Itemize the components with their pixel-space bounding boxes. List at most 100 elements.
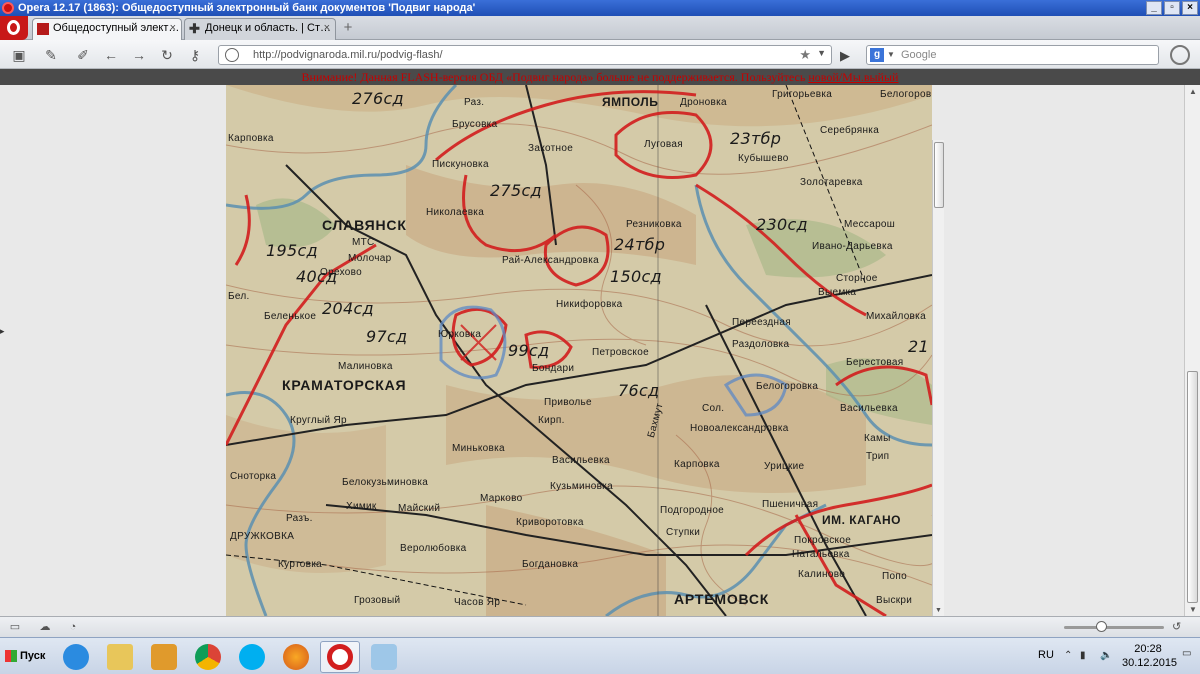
map-town-label: Белогоровка: [756, 381, 819, 392]
map-town-label: Григорьевка: [772, 89, 833, 100]
map-town-label: КРАМАТОРСКАЯ: [282, 377, 407, 393]
clock-date: 30.12.2015: [1122, 657, 1178, 669]
map-town-label: Берестовая: [846, 357, 904, 368]
camera-icon[interactable]: ▣: [10, 46, 28, 64]
map-town-label: Рай-Александровка: [502, 255, 599, 266]
map-town-label: Бондари: [532, 363, 575, 374]
window-titlebar: Opera 12.17 (1863): Общедоступный электр…: [0, 0, 1200, 16]
map-unit-label: 195сд: [266, 241, 318, 260]
map-town-label: Криворотовка: [516, 517, 584, 528]
search-field[interactable]: g ▼ Google: [866, 45, 1159, 65]
map-town-label: Подгородное: [660, 505, 725, 516]
scroll-down-icon[interactable]: ▼: [935, 607, 942, 614]
speed-dial-icon[interactable]: [1170, 45, 1190, 65]
network-icon[interactable]: ▮: [1080, 650, 1086, 661]
banner-text: Внимание! Данная FLASH-версия ОБД «Подви…: [301, 70, 806, 84]
tab-podvig[interactable]: Общедоступный элект… ×: [32, 18, 182, 40]
map-scrollbar[interactable]: ▼: [932, 140, 944, 616]
map-town-label: Трип: [866, 451, 890, 462]
map-town-label: Белогоровка: [880, 89, 932, 100]
new-tab-button[interactable]: +: [340, 20, 356, 36]
chevron-down-icon[interactable]: ▼: [887, 50, 895, 59]
map-unit-label: 97сд: [366, 327, 408, 346]
close-button[interactable]: ×: [1182, 1, 1198, 15]
map-town-label: Золотаревка: [800, 177, 863, 188]
left-arrow-icon[interactable]: ▸: [0, 326, 5, 337]
map-unit-label: 204сд: [322, 299, 374, 318]
map-unit-label: 276сд: [352, 89, 404, 108]
map-unit-label: 23тбр: [730, 129, 782, 148]
map-town-label: Пискуновка: [432, 159, 489, 170]
back-icon[interactable]: ←: [102, 46, 120, 64]
map-town-label: Кирп.: [538, 415, 565, 426]
chevron-down-icon[interactable]: ▼: [817, 48, 826, 58]
map-scrollbar-thumb[interactable]: [934, 142, 944, 208]
address-bar[interactable]: http://podvignaroda.mil.ru/podvig-flash/…: [218, 45, 832, 65]
page-scrollbar[interactable]: ▲ ▼: [1184, 85, 1200, 616]
tray-expand-icon[interactable]: ⌃: [1064, 650, 1072, 661]
map-town-label: Камы: [864, 433, 891, 444]
start-label: Пуск: [20, 650, 46, 662]
tab-bar: Общедоступный элект… × ✚ Донецк и област…: [0, 16, 1200, 40]
map-town-label: ИМ. КАГАНО: [822, 513, 901, 527]
map-town-label: Грозовый: [354, 595, 401, 606]
opera-logo-icon: [2, 2, 14, 14]
system-clock[interactable]: 20:28 30.12.2015: [1122, 642, 1178, 670]
opera-icon[interactable]: [320, 641, 360, 673]
scroll-down-icon[interactable]: ▼: [1189, 605, 1197, 614]
map-town-label: Беленькое: [264, 311, 317, 322]
map-town-label: Богдановка: [522, 559, 579, 570]
map-town-label: Дроновка: [680, 97, 727, 108]
speed-icon[interactable]: ◔: [66, 620, 80, 634]
ie-icon[interactable]: [56, 641, 96, 673]
firefox-icon[interactable]: [276, 641, 316, 673]
status-bar: ▭ ☁ ◔ ↺: [0, 616, 1200, 637]
scroll-up-icon[interactable]: ▲: [1189, 87, 1197, 96]
map-town-label: Никифоровка: [556, 299, 623, 310]
page-scrollbar-thumb[interactable]: [1187, 371, 1198, 603]
reload-icon[interactable]: ↻: [158, 46, 176, 64]
close-tab-icon[interactable]: ×: [170, 22, 176, 34]
minimize-button[interactable]: _: [1146, 1, 1162, 15]
media-player-icon[interactable]: [144, 641, 184, 673]
tab-label: Общедоступный элект…: [53, 22, 180, 34]
maximize-button[interactable]: ▫: [1164, 1, 1180, 15]
opera-menu-button[interactable]: [0, 16, 28, 40]
bookmark-star-icon[interactable]: ★: [799, 47, 811, 63]
map-town-label: АРТЕМОВСК: [674, 591, 770, 607]
tab-donetsk[interactable]: ✚ Донецк и область. | Ст… ×: [184, 18, 336, 40]
panel-icon[interactable]: ▭: [8, 620, 22, 634]
folder-icon[interactable]: [100, 641, 140, 673]
map-town-label: Кузьминовка: [550, 481, 613, 492]
map-town-label: Урицкие: [764, 461, 805, 472]
pencil-icon[interactable]: ✐: [74, 46, 92, 64]
tab-label: Донецк и область. | Ст…: [205, 22, 331, 34]
banner-link[interactable]: новой/Mы.выйый: [808, 70, 898, 84]
chrome-icon[interactable]: [188, 641, 228, 673]
page-content: ▸ Раз. Брусовка ЯМПОЛЬ Дроновка Григорье…: [0, 85, 1200, 616]
forward-icon[interactable]: →: [130, 46, 148, 64]
key-icon[interactable]: ⚷: [186, 46, 204, 64]
go-button[interactable]: ▶: [840, 48, 850, 64]
wrench-icon[interactable]: ✎: [42, 46, 60, 64]
skype-icon[interactable]: [232, 641, 272, 673]
map-town-label: Юрковка: [438, 329, 482, 340]
map-unit-label: 21: [908, 337, 929, 356]
map-unit-label: 76сд: [618, 381, 660, 400]
map-town-label: МТС: [352, 237, 375, 248]
map-town-label: Серебрянка: [820, 125, 880, 136]
map-town-label: Малиновка: [338, 361, 393, 372]
start-button[interactable]: Пуск: [2, 644, 46, 670]
show-desktop-icon[interactable]: ▭: [1182, 648, 1191, 659]
map-town-label: Ивано-Дарьевка: [812, 241, 893, 252]
zoom-slider-knob[interactable]: [1096, 621, 1107, 632]
zoom-reset-icon[interactable]: ↺: [1172, 620, 1181, 633]
map-town-label: Ступки: [666, 527, 701, 538]
paint-icon[interactable]: [364, 641, 404, 673]
zoom-slider[interactable]: [1064, 626, 1164, 629]
cloud-icon[interactable]: ☁: [38, 620, 52, 634]
close-tab-icon[interactable]: ×: [324, 22, 330, 34]
map-viewer[interactable]: Раз. Брусовка ЯМПОЛЬ Дроновка Григорьевк…: [226, 85, 932, 616]
volume-icon[interactable]: 🔈: [1100, 650, 1112, 661]
language-indicator[interactable]: RU: [1038, 649, 1054, 661]
